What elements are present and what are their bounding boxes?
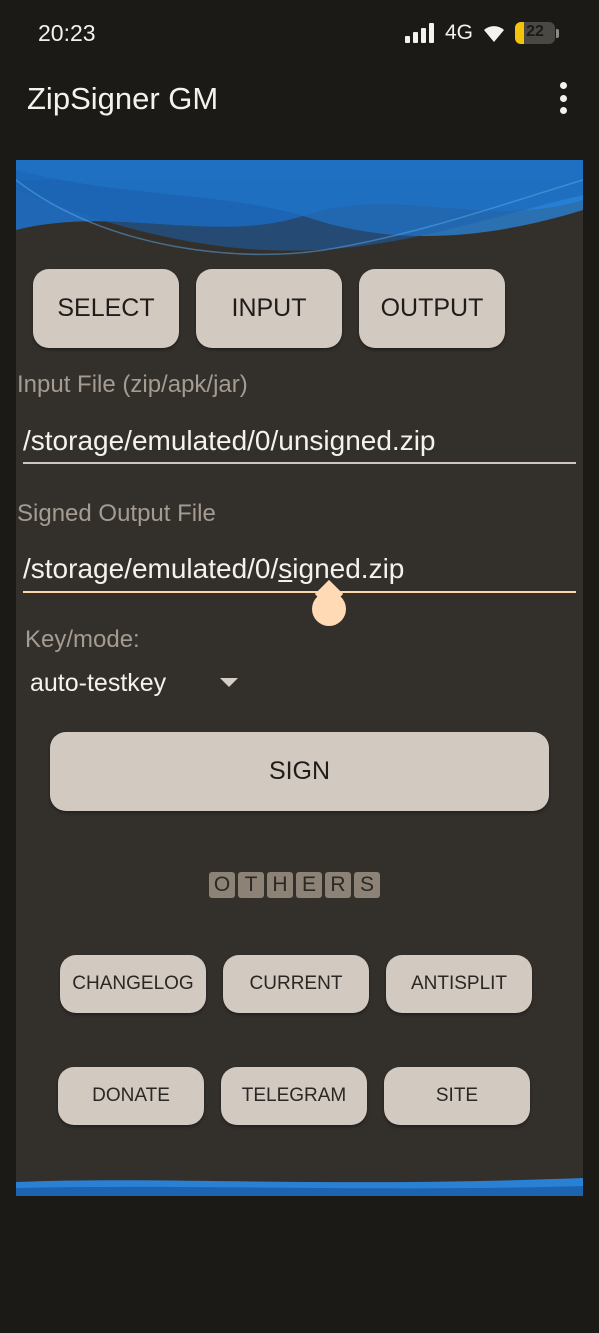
others-letter: R <box>325 872 351 898</box>
output-button[interactable]: OUTPUT <box>359 269 505 348</box>
status-time: 20:23 <box>38 20 96 46</box>
battery-level: 22 <box>526 23 544 40</box>
input-button[interactable]: INPUT <box>196 269 342 348</box>
others-letter: H <box>267 872 293 898</box>
menu-dot <box>559 94 567 102</box>
others-letter: S <box>354 872 380 898</box>
others-letter: O <box>209 872 235 898</box>
dropdown-arrow-icon <box>220 678 238 687</box>
output-file-label: Signed Output File <box>17 500 216 527</box>
main-card: SELECT INPUT OUTPUT Input File (zip/apk/… <box>16 160 583 1196</box>
status-icons: 4G 22 <box>404 18 559 48</box>
select-button[interactable]: SELECT <box>33 269 179 348</box>
changelog-button[interactable]: CHANGELOG <box>60 955 206 1013</box>
output-value-start: /storage/emulated/0/ <box>23 553 279 584</box>
battery-icon: 22 <box>515 22 555 44</box>
battery-tip <box>556 28 559 38</box>
key-mode-value: auto-testkey <box>30 668 167 697</box>
input-file-field[interactable]: /storage/emulated/0/unsigned.zip <box>23 425 436 457</box>
sign-button[interactable]: SIGN <box>50 732 549 811</box>
input-file-underline <box>23 462 576 464</box>
output-value-cursor-char: s <box>278 553 293 584</box>
menu-dot <box>559 82 567 89</box>
output-file-underline <box>23 591 576 593</box>
antisplit-button[interactable]: ANTISPLIT <box>386 955 532 1013</box>
donate-button[interactable]: DONATE <box>58 1067 204 1125</box>
others-letter: T <box>238 872 264 898</box>
status-bar: 20:23 4G 22 <box>0 0 599 66</box>
text-cursor-handle[interactable] <box>312 592 346 626</box>
key-mode-dropdown[interactable]: auto-testkey <box>30 665 240 701</box>
site-button[interactable]: SITE <box>384 1067 530 1125</box>
wifi-icon <box>484 26 504 42</box>
app-title: ZipSigner GM <box>27 81 219 116</box>
network-type: 4G <box>444 21 473 44</box>
app-bar: ZipSigner GM <box>0 66 599 144</box>
others-heading: O T H E R S <box>209 872 380 898</box>
key-mode-label: Key/mode: <box>25 626 140 653</box>
signal-bars-icon <box>404 23 434 43</box>
input-file-label: Input File (zip/apk/jar) <box>17 371 248 398</box>
footer-wave-banner <box>16 1178 583 1196</box>
header-wave-banner <box>16 160 583 256</box>
output-file-field[interactable]: /storage/emulated/0/signed.zip <box>23 553 404 585</box>
more-vert-icon[interactable] <box>553 82 573 114</box>
menu-dot <box>559 107 567 114</box>
output-value-end: igned.zip <box>292 553 405 584</box>
current-button[interactable]: CURRENT <box>223 955 369 1013</box>
others-letter: E <box>296 872 322 898</box>
telegram-button[interactable]: TELEGRAM <box>221 1067 367 1125</box>
